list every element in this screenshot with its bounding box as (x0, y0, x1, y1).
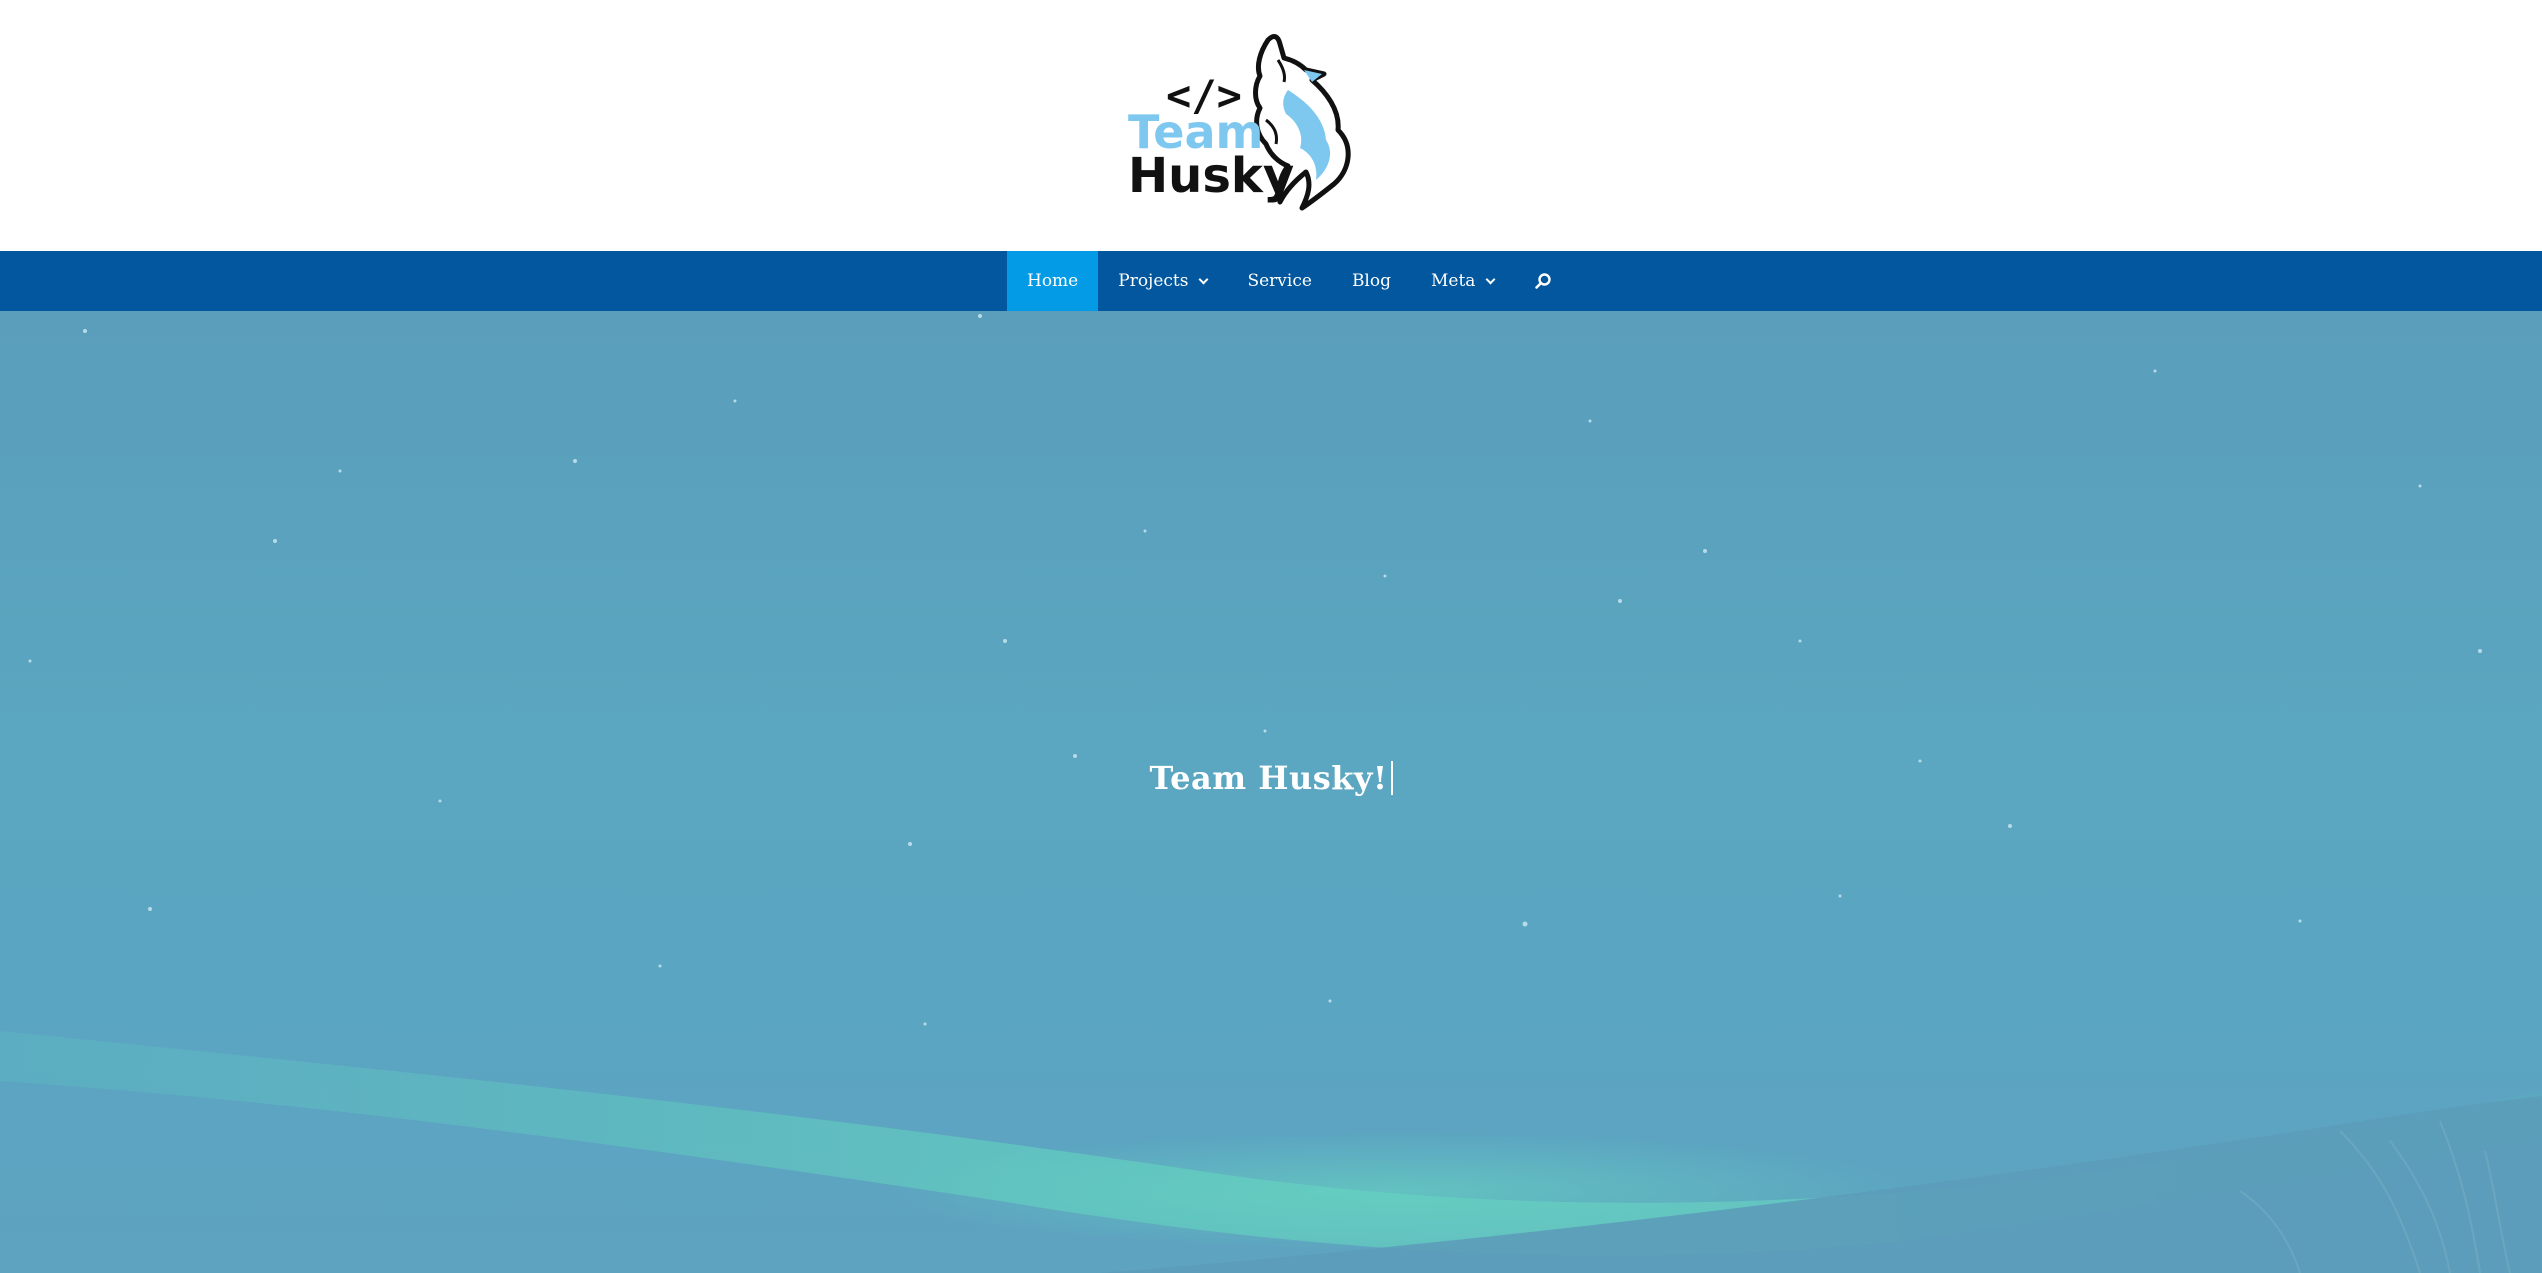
logo-line2: Husky (1128, 148, 1294, 204)
nav-item-home[interactable]: Home (1007, 251, 1099, 311)
husky-logo-icon: </> Team Husky (1128, 34, 1351, 211)
hero-banner: Team Husky! (0, 311, 2542, 1273)
nav-item-projects[interactable]: Projects (1098, 251, 1227, 311)
text-cursor (1390, 761, 1393, 795)
nav-search-button[interactable] (1514, 251, 1572, 311)
hero-title: Team Husky! (0, 759, 2542, 797)
nav-item-blog[interactable]: Blog (1332, 251, 1411, 311)
nav-item-label: Home (1027, 271, 1079, 291)
nav-item-label: Meta (1430, 271, 1476, 291)
site-logo[interactable]: </> Team Husky (1128, 30, 1414, 216)
nav-item-label: Service (1247, 271, 1312, 291)
site-header: </> Team Husky (0, 0, 2542, 251)
nav-item-label: Projects (1118, 271, 1189, 291)
search-icon (1535, 273, 1552, 289)
nav-menu: Home Projects Service Blog Meta (1007, 251, 1572, 311)
main-navigation: Home Projects Service Blog Meta (0, 251, 2542, 311)
chevron-down-icon (1485, 274, 1496, 284)
hero-title-text: Team Husky! (1149, 759, 1388, 797)
chevron-down-icon (1199, 274, 1209, 284)
nav-item-meta[interactable]: Meta (1411, 251, 1514, 311)
nav-item-service[interactable]: Service (1227, 251, 1331, 311)
nav-item-label: Blog (1351, 271, 1391, 291)
